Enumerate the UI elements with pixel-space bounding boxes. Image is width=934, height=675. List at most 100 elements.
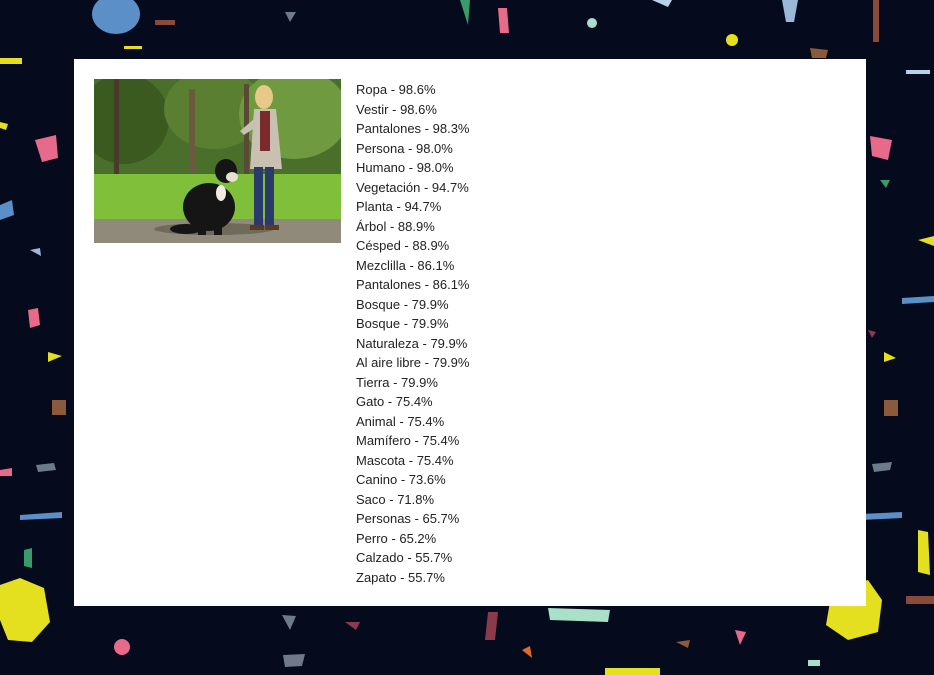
- label-score: 98.6%: [398, 82, 436, 97]
- label-score: 79.9%: [411, 316, 449, 331]
- photo-woman-with-dog-icon: [94, 79, 341, 243]
- label-item: Bosque - 79.9%: [356, 314, 470, 334]
- results-panel: Ropa - 98.6% Vestir - 98.6% Pantalones - 9…: [74, 59, 866, 606]
- label-item: Planta - 94.7%: [356, 197, 470, 217]
- label-name: Calzado: [356, 550, 404, 565]
- label-score: 88.9%: [397, 218, 435, 234]
- label-score: 79.9%: [432, 355, 470, 370]
- label-separator: -: [405, 452, 417, 468]
- label-score: 98.0%: [415, 140, 453, 156]
- label-item: Saco - 71.8%: [356, 490, 470, 510]
- label-item: Mezclilla - 86.1%: [356, 256, 470, 276]
- label-separator: -: [405, 257, 418, 273]
- label-separator: -: [403, 550, 416, 565]
- label-name: Mamífero: [356, 433, 411, 448]
- label-name: Mezclilla: [356, 257, 406, 273]
- label-name: Ropa: [356, 82, 388, 97]
- photo-illustration: [94, 79, 341, 243]
- label-item: Mamífero - 75.4%: [356, 431, 470, 451]
- label-score: 79.9%: [411, 296, 449, 312]
- label-item: Pantalones - 86.1%: [356, 275, 470, 295]
- label-separator: -: [388, 101, 401, 117]
- label-item: Césped - 88.9%: [356, 236, 470, 256]
- label-separator: -: [420, 179, 432, 195]
- label-separator: -: [421, 355, 433, 370]
- label-name: Pantalones: [356, 121, 422, 136]
- label-separator: -: [405, 160, 417, 175]
- label-score: 98.3%: [432, 121, 470, 136]
- label-score: 75.4%: [422, 433, 460, 448]
- label-item: Gato - 75.4%: [356, 392, 470, 412]
- label-item: Ropa - 98.6%: [356, 80, 470, 100]
- label-score: 55.7%: [408, 569, 445, 585]
- label-score: 55.7%: [415, 550, 453, 565]
- label-name: Perro: [356, 530, 388, 546]
- label-score: 75.4%: [407, 413, 445, 429]
- label-separator: -: [392, 199, 405, 214]
- label-score: 75.4%: [395, 394, 433, 409]
- label-separator: -: [410, 511, 423, 526]
- label-separator: -: [396, 569, 409, 585]
- label-separator: -: [384, 394, 396, 409]
- label-item: Canino - 73.6%: [356, 470, 470, 490]
- label-name: Canino: [356, 472, 398, 487]
- label-separator: -: [386, 218, 398, 234]
- label-separator: -: [400, 316, 412, 331]
- label-separator: -: [400, 238, 413, 253]
- label-separator: -: [418, 335, 431, 351]
- label-name: Personas: [356, 511, 411, 526]
- label-separator: -: [400, 296, 412, 312]
- label-score: 86.1%: [417, 257, 455, 273]
- label-score: 88.9%: [412, 238, 450, 253]
- label-name: Pantalones: [356, 277, 422, 292]
- label-score: 94.7%: [431, 179, 469, 195]
- label-name: Animal: [356, 413, 396, 429]
- label-separator: -: [387, 530, 400, 546]
- label-item: Vegetación - 94.7%: [356, 178, 470, 198]
- label-separator: -: [395, 413, 408, 429]
- label-name: Mascota: [356, 452, 406, 468]
- label-score: 98.6%: [400, 101, 437, 117]
- label-score: 65.7%: [422, 511, 460, 526]
- label-score: 71.8%: [397, 491, 435, 507]
- label-separator: -: [389, 374, 402, 390]
- label-score: 94.7%: [404, 199, 442, 214]
- label-separator: -: [397, 472, 409, 487]
- label-item: Vestir - 98.6%: [356, 100, 470, 120]
- label-item: Mascota - 75.4%: [356, 451, 470, 471]
- label-name: Naturaleza: [356, 335, 419, 351]
- label-name: Césped: [356, 238, 401, 253]
- label-score: 98.0%: [416, 160, 454, 175]
- label-item: Tierra - 79.9%: [356, 373, 470, 393]
- label-item: Humano - 98.0%: [356, 158, 470, 178]
- label-item: Bosque - 79.9%: [356, 295, 470, 315]
- label-score: 86.1%: [432, 277, 470, 292]
- label-name: Tierra: [356, 374, 390, 390]
- label-score: 79.9%: [401, 374, 438, 390]
- label-item: Persona - 98.0%: [356, 139, 470, 159]
- label-name: Vestir: [356, 101, 389, 117]
- label-separator: -: [385, 491, 398, 507]
- label-score: 75.4%: [416, 452, 454, 468]
- label-item: Naturaleza - 79.9%: [356, 334, 470, 354]
- label-name: Vegetación: [356, 179, 421, 195]
- label-separator: -: [410, 433, 423, 448]
- label-list: Ropa - 98.6% Vestir - 98.6% Pantalones - 9…: [356, 80, 470, 587]
- label-separator: -: [421, 121, 433, 136]
- label-name: Zapato: [356, 569, 397, 585]
- label-item: Pantalones - 98.3%: [356, 119, 470, 139]
- label-name: Árbol: [356, 218, 387, 234]
- label-name: Humano: [356, 160, 406, 175]
- label-name: Bosque: [356, 316, 401, 331]
- label-separator: -: [387, 82, 399, 97]
- label-item: Personas - 65.7%: [356, 509, 470, 529]
- label-name: Saco: [356, 491, 386, 507]
- label-item: Calzado - 55.7%: [356, 548, 470, 568]
- label-item: Árbol - 88.9%: [356, 217, 470, 237]
- label-score: 65.2%: [399, 530, 437, 546]
- label-item: Zapato - 55.7%: [356, 568, 470, 588]
- label-name: Bosque: [356, 296, 401, 312]
- label-separator: -: [421, 277, 433, 292]
- label-item: Al aire libre - 79.9%: [356, 353, 470, 373]
- label-name: Planta: [356, 199, 393, 214]
